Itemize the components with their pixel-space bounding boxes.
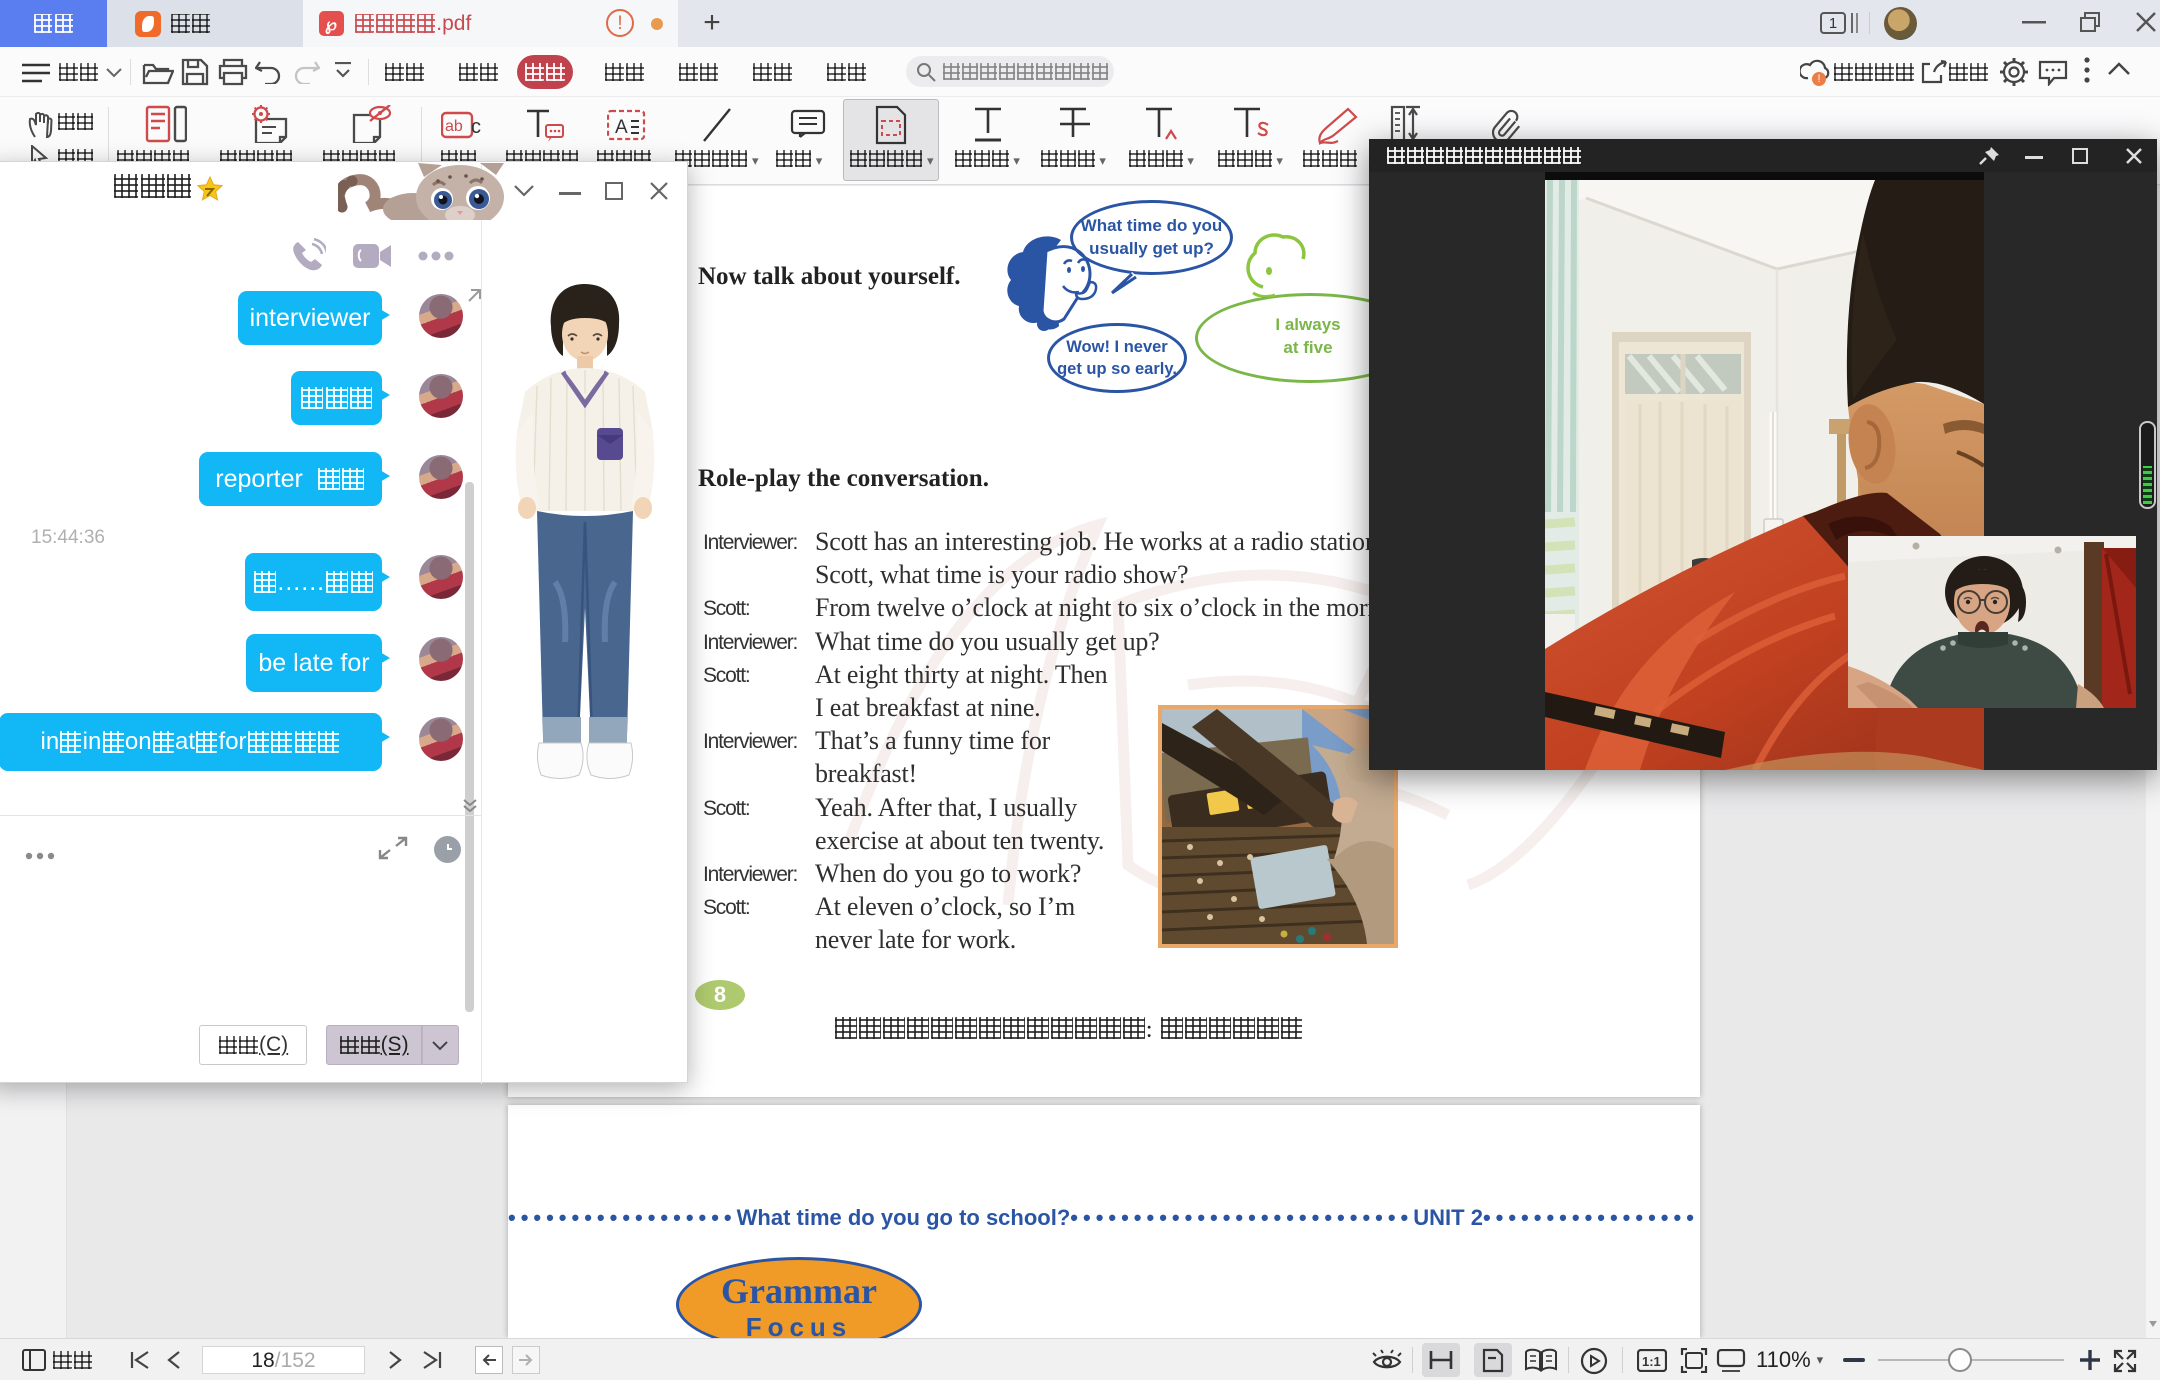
- svg-text:ab: ab: [445, 118, 463, 135]
- svg-text:A: A: [615, 117, 628, 138]
- svg-text:c: c: [471, 116, 481, 138]
- svg-text:1:1: 1:1: [1642, 1354, 1661, 1369]
